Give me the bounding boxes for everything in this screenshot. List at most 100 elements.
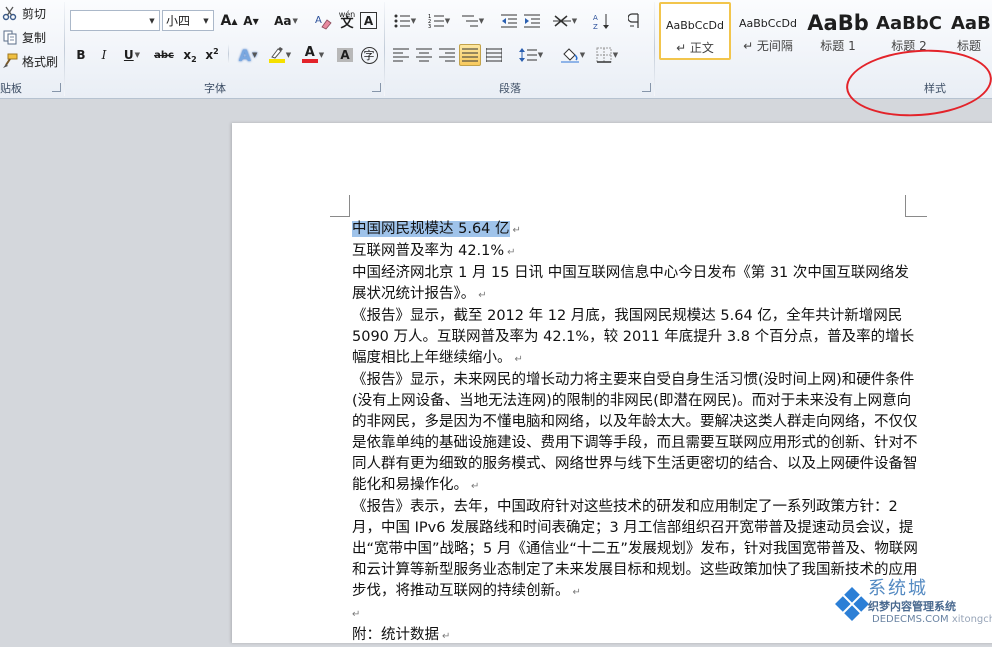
chinese-layout-button[interactable]: ▼: [550, 10, 580, 32]
sort-button[interactable]: AZ: [591, 10, 613, 32]
highlight-button[interactable]: ▼: [265, 44, 295, 66]
font-dialog-launcher[interactable]: [372, 83, 381, 92]
increase-indent-button[interactable]: [521, 10, 543, 32]
watermark-url: DEDECMS.COM xitongcheng.com: [872, 614, 992, 625]
align-center-icon: [416, 48, 432, 62]
format-painter-label: 格式刷: [22, 54, 59, 69]
grow-font-button[interactable]: A ▲: [218, 10, 240, 32]
style-preview: AaB: [951, 12, 991, 34]
svg-text:A: A: [315, 15, 322, 26]
bullet-list-icon: [394, 14, 410, 28]
paragraph-group-label: 段落: [499, 82, 521, 95]
copy-icon: [2, 29, 18, 45]
enclose-characters-button[interactable]: 字: [358, 44, 380, 66]
style-name: ↵ 无间隔: [743, 39, 793, 53]
decrease-indent-icon: [501, 14, 517, 28]
numbering-button[interactable]: 1 2 3 ▼: [424, 10, 454, 32]
paint-bucket-icon: [560, 48, 579, 63]
svg-text:A: A: [593, 14, 598, 22]
chevron-down-icon[interactable]: ▼: [145, 11, 159, 30]
decrease-indent-button[interactable]: [498, 10, 520, 32]
style-name: 标题: [957, 39, 982, 53]
group-separator: [64, 2, 65, 96]
style-preview: AaBbC: [876, 12, 942, 34]
justify-button[interactable]: [459, 44, 481, 66]
paragraph[interactable]: 《报告》显示，未来网民的增长动力将主要来自受自身生活习惯(没时间上网)和硬件条件…: [352, 370, 922, 497]
paragraph-text[interactable]: 中国经济网北京 1 月 15 日讯 中国互联网信息中心今日发布《第 31 次中国…: [352, 265, 909, 302]
distributed-button[interactable]: [483, 44, 505, 66]
shrink-font-button[interactable]: A ▼: [240, 10, 262, 32]
bold-button[interactable]: B: [70, 44, 92, 66]
text-effect-button[interactable]: A ▼: [234, 44, 262, 66]
bold-icon: B: [76, 48, 86, 62]
cut-button[interactable]: 剪切: [2, 3, 46, 23]
character-shading-icon: A: [337, 48, 353, 62]
character-shading-button[interactable]: A: [334, 44, 356, 66]
paragraph[interactable]: 互联网普及率为 42.1% ↵: [352, 241, 922, 263]
align-left-button[interactable]: [390, 44, 412, 66]
clipboard-dialog-launcher[interactable]: [52, 83, 61, 92]
align-right-button[interactable]: [436, 44, 458, 66]
chevron-down-icon[interactable]: ▼: [199, 11, 213, 30]
clear-format-button[interactable]: A: [312, 10, 334, 32]
underline-button[interactable]: U ▼: [117, 44, 147, 66]
font-size-combo[interactable]: 小四 ▼: [162, 10, 214, 31]
align-center-button[interactable]: [413, 44, 435, 66]
line-spacing-icon: [518, 48, 537, 62]
selected-text[interactable]: 中国网民规模达 5.64 亿: [352, 221, 510, 237]
shading-button[interactable]: ▼: [558, 44, 588, 66]
chinese-layout-icon: [552, 15, 571, 27]
watermark-subtitle: 织梦内容管理系统: [868, 600, 956, 613]
subscript-button[interactable]: x2: [179, 44, 201, 66]
paragraph-mark-icon: [628, 13, 639, 28]
superscript-button[interactable]: x2: [201, 44, 223, 66]
italic-button[interactable]: I: [93, 44, 115, 66]
grow-font-icon: A: [220, 13, 232, 29]
character-border-icon: A: [363, 13, 374, 28]
format-painter-button[interactable]: 格式刷: [2, 51, 58, 71]
paragraph-text[interactable]: 互联网普及率为 42.1%: [352, 243, 504, 259]
copy-button[interactable]: 复制: [2, 27, 46, 47]
style-no-spacing[interactable]: AaBbCcDd ↵ 无间隔: [733, 2, 803, 60]
paragraph[interactable]: 《报告》显示，截至 2012 年 12 月底，我国网民规模达 5.64 亿，全年…: [352, 306, 922, 370]
increase-indent-icon: [524, 14, 540, 28]
paragraph-text[interactable]: 《报告》显示，未来网民的增长动力将主要来自受自身生活习惯(没时间上网)和硬件条件…: [352, 372, 918, 493]
paragraph-mark-icon: ↵: [572, 587, 581, 598]
pinyin-guide-button[interactable]: wén 文: [336, 8, 358, 30]
line-spacing-button[interactable]: ▼: [516, 44, 546, 66]
paragraph[interactable]: 中国经济网北京 1 月 15 日讯 中国互联网信息中心今日发布《第 31 次中国…: [352, 263, 922, 306]
style-heading-1[interactable]: AaBb 标题 1: [805, 2, 871, 60]
numbered-list-icon: 123: [428, 14, 444, 28]
font-family-combo[interactable]: ▼: [70, 10, 160, 31]
borders-button[interactable]: ▼: [592, 44, 622, 66]
paragraph-mark-icon: ↵: [514, 354, 523, 365]
style-name: ↵ 正文: [676, 41, 714, 55]
font-color-button[interactable]: A ▼: [298, 44, 328, 66]
strikethrough-button[interactable]: abc: [152, 44, 176, 66]
show-marks-button[interactable]: [624, 10, 646, 32]
clipboard-group-label: 贴板: [0, 82, 22, 95]
style-normal[interactable]: AaBbCcDd ↵ 正文: [659, 2, 731, 60]
highlighter-icon: [268, 47, 285, 63]
distributed-icon: [486, 48, 502, 62]
paragraph-mark-icon: ↵: [478, 290, 487, 301]
paragraph-text[interactable]: 《报告》显示，截至 2012 年 12 月底，我国网民规模达 5.64 亿，全年…: [352, 308, 914, 366]
character-border-button[interactable]: A: [360, 12, 377, 29]
divider: [228, 44, 229, 64]
paintbrush-icon: [2, 53, 18, 69]
document-page[interactable]: 中国网民规模达 5.64 亿 ↵ 互联网普及率为 42.1% ↵ 中国经济网北京 1…: [232, 123, 992, 643]
underline-icon: U: [123, 48, 134, 62]
bullets-button[interactable]: ▼: [390, 10, 420, 32]
style-preview: AaBb: [807, 11, 869, 35]
watermark: 系统城 织梦内容管理系统 DEDECMS.COM xitongcheng.com: [832, 574, 992, 630]
change-case-button[interactable]: Aa ▼: [270, 10, 302, 32]
group-separator: [384, 2, 385, 96]
multilevel-list-button[interactable]: ▼: [458, 10, 488, 32]
copy-label: 复制: [22, 30, 47, 45]
windows-logo-icon: [835, 587, 869, 621]
paragraph-dialog-launcher[interactable]: [642, 83, 651, 92]
paragraph-mark-icon: ↵: [512, 225, 521, 236]
paragraph-mark-icon: ↵: [352, 609, 361, 620]
paragraph-text[interactable]: 附：统计数据: [352, 627, 439, 643]
paragraph[interactable]: 中国网民规模达 5.64 亿 ↵: [352, 219, 922, 241]
